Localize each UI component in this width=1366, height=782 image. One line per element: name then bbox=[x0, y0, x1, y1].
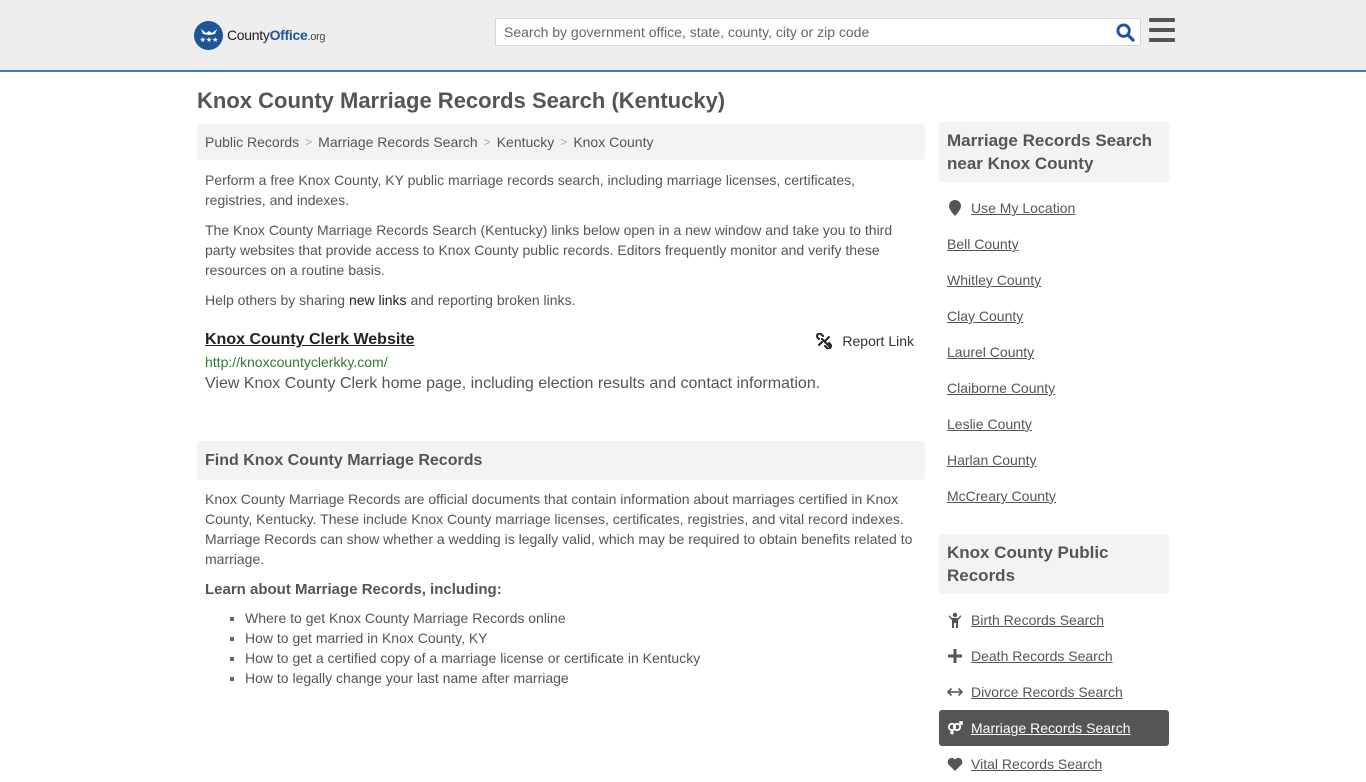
new-links-link[interactable]: new links bbox=[349, 292, 407, 308]
nearby-county-item[interactable]: McCreary County bbox=[947, 478, 1161, 514]
search-icon bbox=[1115, 22, 1135, 42]
nearby-county-item[interactable]: Laurel County bbox=[947, 334, 1161, 370]
resource-title-link[interactable]: Knox County Clerk Website bbox=[205, 331, 415, 349]
county-link-claiborne[interactable]: Claiborne County bbox=[947, 380, 1055, 396]
list-item: How to get a certified copy of a marriag… bbox=[230, 648, 917, 668]
resource-item: Knox County Clerk Website http://knoxcou… bbox=[205, 330, 917, 393]
intro-paragraph-2: The Knox County Marriage Records Search … bbox=[205, 222, 893, 278]
breadcrumb-marriage-records-search[interactable]: Marriage Records Search bbox=[318, 134, 478, 150]
menu-bar bbox=[1149, 18, 1175, 22]
county-link-mccreary[interactable]: McCreary County bbox=[947, 488, 1056, 504]
public-records-list: Birth Records Search Death Records Searc… bbox=[939, 602, 1169, 782]
birth-records-link[interactable]: Birth Records Search bbox=[971, 612, 1104, 628]
vital-records-link[interactable]: Vital Records Search bbox=[971, 756, 1102, 772]
nearby-county-item[interactable]: Clay County bbox=[947, 298, 1161, 334]
breadcrumb-public-records[interactable]: Public Records bbox=[205, 134, 299, 150]
search-button[interactable] bbox=[1110, 19, 1140, 45]
county-link-whitley[interactable]: Whitley County bbox=[947, 272, 1041, 288]
report-link-label: Report Link bbox=[842, 333, 914, 349]
logo-text: CountyOffice.org bbox=[227, 27, 326, 43]
list-item: How to get married in Knox County, KY bbox=[230, 628, 917, 648]
report-link-button[interactable]: Report Link bbox=[816, 333, 914, 349]
list-item: Where to get Knox County Marriage Record… bbox=[230, 608, 917, 628]
learn-about-heading: Learn about Marriage Records, including: bbox=[205, 581, 502, 598]
nearby-county-item[interactable]: Harlan County bbox=[947, 442, 1161, 478]
breadcrumb-separator: > bbox=[560, 135, 568, 149]
arrows-horizontal-icon bbox=[947, 687, 963, 697]
menu-bar bbox=[1149, 38, 1175, 42]
vital-records-item[interactable]: Vital Records Search bbox=[947, 746, 1161, 782]
county-link-harlan[interactable]: Harlan County bbox=[947, 452, 1037, 468]
intro-text: Perform a free Knox County, KY public ma… bbox=[205, 170, 917, 320]
breadcrumb-separator: > bbox=[483, 135, 491, 149]
divorce-records-item[interactable]: Divorce Records Search bbox=[947, 674, 1161, 710]
learn-about-list: Where to get Knox County Marriage Record… bbox=[230, 608, 917, 688]
nearby-county-item[interactable]: Whitley County bbox=[947, 262, 1161, 298]
nearby-county-item[interactable]: Claiborne County bbox=[947, 370, 1161, 406]
eagle-stars-logo-icon: ★★★ bbox=[194, 20, 223, 50]
site-logo[interactable]: ★★★ CountyOffice.org bbox=[194, 20, 326, 50]
intro-paragraph-1: Perform a free Knox County, KY public ma… bbox=[205, 172, 855, 208]
use-my-location-item[interactable]: Use My Location bbox=[947, 190, 1161, 226]
page-title: Knox County Marriage Records Search (Ken… bbox=[197, 88, 726, 113]
divorce-records-link[interactable]: Divorce Records Search bbox=[971, 684, 1123, 700]
county-link-clay[interactable]: Clay County bbox=[947, 308, 1023, 324]
venus-mars-icon bbox=[947, 721, 963, 735]
intro-paragraph-3: Help others by sharing new links and rep… bbox=[205, 292, 576, 308]
broken-link-icon bbox=[816, 333, 833, 349]
nearby-county-item[interactable]: Leslie County bbox=[947, 406, 1161, 442]
death-records-link[interactable]: Death Records Search bbox=[971, 648, 1113, 664]
plus-icon bbox=[947, 649, 963, 663]
find-records-heading: Find Knox County Marriage Records bbox=[197, 441, 925, 480]
heartbeat-icon bbox=[947, 757, 963, 771]
hamburger-menu-icon[interactable] bbox=[1149, 18, 1175, 42]
find-records-section: Knox County Marriage Records are officia… bbox=[205, 489, 917, 688]
county-link-laurel[interactable]: Laurel County bbox=[947, 344, 1034, 360]
birth-records-item[interactable]: Birth Records Search bbox=[947, 602, 1161, 638]
death-records-item[interactable]: Death Records Search bbox=[947, 638, 1161, 674]
resource-url-link[interactable]: http://knoxcountyclerkky.com/ bbox=[205, 354, 917, 370]
resource-description: View Knox County Clerk home page, includ… bbox=[205, 375, 821, 392]
marriage-records-item[interactable]: Marriage Records Search bbox=[939, 710, 1169, 746]
list-item: How to legally change your last name aft… bbox=[230, 668, 917, 688]
sidebar: Marriage Records Search near Knox County… bbox=[939, 122, 1169, 782]
breadcrumb-kentucky[interactable]: Kentucky bbox=[497, 134, 555, 150]
map-marker-icon bbox=[947, 200, 963, 216]
find-records-description: Knox County Marriage Records are officia… bbox=[205, 491, 913, 567]
nearby-county-item[interactable]: Bell County bbox=[947, 226, 1161, 262]
child-icon bbox=[947, 612, 963, 628]
nearby-heading: Marriage Records Search near Knox County bbox=[939, 122, 1169, 182]
county-link-bell[interactable]: Bell County bbox=[947, 236, 1019, 252]
county-link-leslie[interactable]: Leslie County bbox=[947, 416, 1032, 432]
public-records-heading: Knox County Public Records bbox=[939, 534, 1169, 594]
search-input[interactable] bbox=[496, 19, 1110, 45]
marriage-records-link[interactable]: Marriage Records Search bbox=[971, 720, 1131, 736]
breadcrumb: Public Records > Marriage Records Search… bbox=[197, 124, 925, 160]
breadcrumb-separator: > bbox=[305, 135, 313, 149]
use-my-location-link[interactable]: Use My Location bbox=[971, 200, 1075, 216]
nearby-counties-list: Use My Location Bell County Whitley Coun… bbox=[939, 190, 1169, 514]
site-header: ★★★ CountyOffice.org bbox=[0, 0, 1366, 72]
breadcrumb-knox-county: Knox County bbox=[573, 134, 654, 150]
svg-text:★★★: ★★★ bbox=[199, 36, 218, 44]
search-bar bbox=[495, 18, 1141, 46]
menu-bar bbox=[1149, 28, 1175, 32]
